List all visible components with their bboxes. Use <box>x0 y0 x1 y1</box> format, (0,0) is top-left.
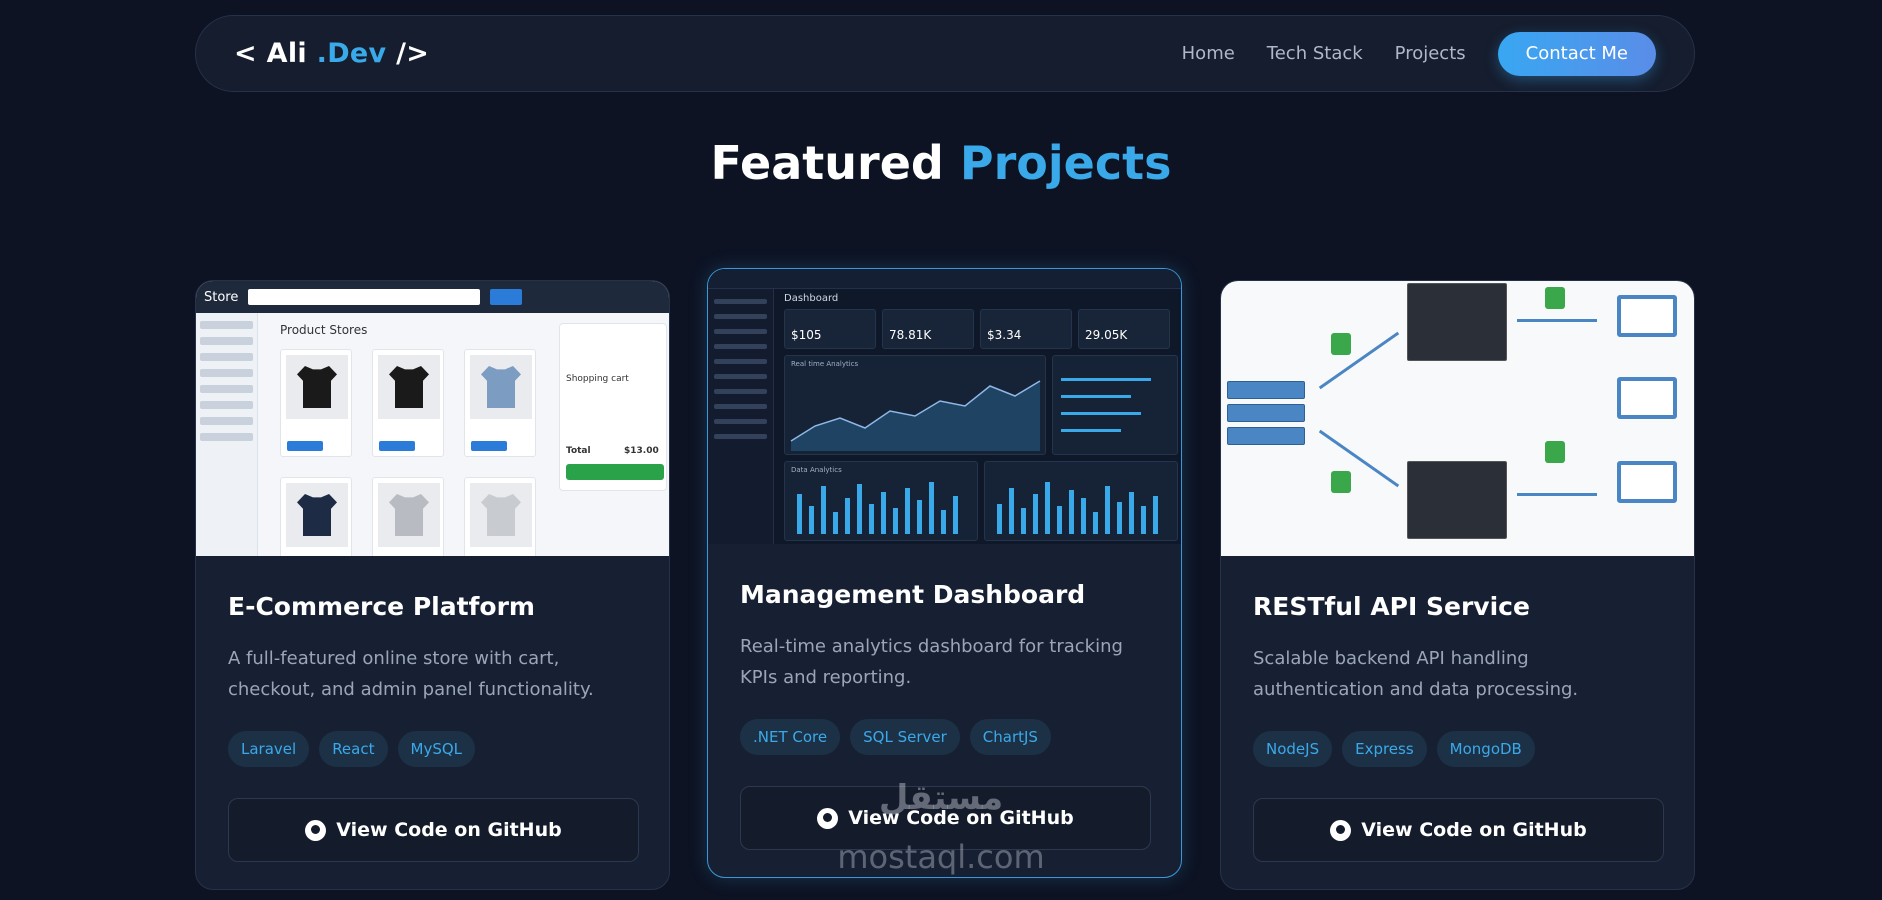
thumb-sidebar <box>708 289 774 544</box>
thumb-product <box>464 349 536 457</box>
thumb-cart-title: Shopping cart <box>566 374 629 384</box>
tech-tag: SQL Server <box>850 719 960 755</box>
thumb-heading: Dashboard <box>784 293 839 304</box>
project-title: Management Dashboard <box>740 580 1086 609</box>
tech-tags: Laravel React MySQL <box>228 731 637 767</box>
thumb-heading: Product Stores <box>280 323 368 337</box>
section-title: Featured Projects <box>0 136 1882 190</box>
thumb-brand: Store <box>204 289 239 305</box>
thumb-sidebar <box>196 313 258 556</box>
thumb-kpi: 29.05K <box>1078 309 1170 349</box>
thumb-product <box>280 349 352 457</box>
thumb-topbar <box>708 269 1181 289</box>
desktop-icon <box>1617 461 1677 503</box>
thumb-checkout-button <box>566 464 664 480</box>
project-title: RESTful API Service <box>1253 592 1530 621</box>
thumb-product <box>464 477 536 556</box>
tech-tags: NodeJS Express MongoDB <box>1253 731 1662 767</box>
thumb-code-window <box>1407 283 1507 361</box>
thumb-kpi-panel <box>1052 355 1178 455</box>
thumb-line-panel: Real time Analytics <box>784 355 1046 455</box>
tech-tag: React <box>319 731 388 767</box>
nav-link-projects[interactable]: Projects <box>1395 43 1466 64</box>
thumb-product <box>372 477 444 556</box>
tech-tag: .NET Core <box>740 719 841 755</box>
watermark-arabic: مستقل <box>878 778 1004 818</box>
tech-tag: ChartJS <box>969 719 1051 755</box>
thumb-topbar: Store <box>196 281 669 313</box>
tech-tag: MySQL <box>397 731 476 767</box>
thumb-bar-panel: Data Analytics <box>784 461 978 541</box>
project-thumbnail-api <box>1221 281 1694 556</box>
watermark-latin: mostaql.com <box>837 838 1045 876</box>
nav-link-tech-stack[interactable]: Tech Stack <box>1267 43 1363 64</box>
thumb-search-bar <box>248 289 481 305</box>
contact-button[interactable]: Contact Me <box>1497 31 1656 76</box>
tech-tag: Laravel <box>228 731 310 767</box>
thumb-server <box>1227 381 1305 399</box>
tech-tag: MongoDB <box>1436 731 1535 767</box>
thumb-code-window <box>1407 461 1507 539</box>
laptop-icon <box>1617 295 1677 337</box>
lock-icon <box>1545 441 1565 463</box>
logo-text-open: < Ali <box>234 38 317 69</box>
thumb-total-label: Total <box>566 446 591 456</box>
thumb-search-button <box>490 289 523 305</box>
navbar: < Ali .Dev /> Home Tech Stack Projects C… <box>195 15 1695 92</box>
thumb-kpi: 78.81K <box>882 309 974 349</box>
project-description: A full-featured online store with cart, … <box>228 648 594 700</box>
thumb-product <box>372 349 444 457</box>
project-thumbnail-ecommerce: Store Product Stores Shopping cart Total… <box>196 281 669 556</box>
thumb-bar-panel <box>984 461 1178 541</box>
project-title: E-Commerce Platform <box>228 592 535 621</box>
project-description: Scalable backend API handling authentica… <box>1253 648 1579 700</box>
logo-text-accent: .Dev <box>316 38 387 69</box>
lock-icon <box>1545 287 1565 309</box>
section-title-main: Featured <box>710 136 960 190</box>
tech-tag: NodeJS <box>1253 731 1333 767</box>
nav-links: Home Tech Stack Projects Contact Me <box>1150 31 1656 76</box>
thumb-kpi: $105 <box>784 309 876 349</box>
project-thumbnail-dashboard: Dashboard $105 78.81K $3.34 29.05K Real … <box>708 269 1181 544</box>
section-title-accent: Projects <box>959 136 1172 190</box>
tech-tag: Express <box>1342 731 1427 767</box>
thumb-server <box>1227 404 1305 422</box>
lock-icon <box>1331 333 1351 355</box>
desktop-icon <box>1617 377 1677 419</box>
project-description: Real-time analytics dashboard for tracki… <box>740 636 1123 688</box>
thumb-product <box>280 477 352 556</box>
lock-icon <box>1331 471 1351 493</box>
arrow-icon <box>1517 493 1597 496</box>
thumb-server <box>1227 427 1305 445</box>
arrow-icon <box>1517 319 1597 322</box>
thumb-total-value: $13.00 <box>624 446 659 456</box>
nav-link-home[interactable]: Home <box>1182 43 1235 64</box>
tech-tags: .NET Core SQL Server ChartJS <box>740 719 1149 755</box>
logo-text-close: /> <box>386 38 430 69</box>
logo[interactable]: < Ali .Dev /> <box>234 38 429 69</box>
thumb-cart-panel: Shopping cart Total $13.00 <box>559 323 667 491</box>
thumb-kpi: $3.34 <box>980 309 1072 349</box>
